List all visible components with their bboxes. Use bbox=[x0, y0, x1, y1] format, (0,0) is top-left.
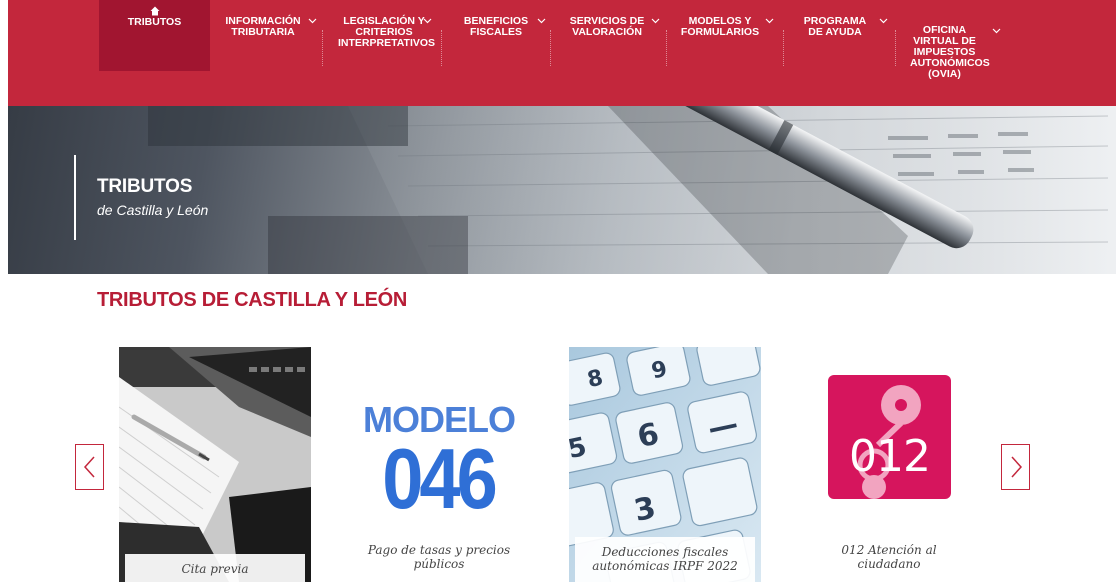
chevron-down-icon bbox=[423, 18, 432, 24]
card-caption: 012 Atención al ciudadano bbox=[841, 543, 937, 571]
hero-banner: TRIBUTOS de Castilla y León bbox=[8, 106, 1116, 274]
card-pago-tasas[interactable]: MODELO 046 Pago de tasas y precios públi… bbox=[343, 347, 535, 582]
nav-label: Legislación y criterios interpretativos bbox=[338, 15, 436, 49]
nav-separator bbox=[322, 30, 323, 66]
chevron-left-icon bbox=[83, 456, 95, 478]
nav-label: Servicios de valoración bbox=[569, 15, 645, 38]
card-caption: Deducciones fiscales autonómicas IRPF 20… bbox=[575, 537, 755, 582]
nav-separator bbox=[550, 30, 551, 66]
nav-item-tributos[interactable]: Tributos bbox=[99, 0, 210, 71]
carousel-prev-button[interactable] bbox=[75, 444, 104, 490]
nav-separator bbox=[783, 30, 784, 66]
hero-title: TRIBUTOS bbox=[97, 176, 193, 197]
nav-item-beneficios-fiscales[interactable]: Beneficios fiscales bbox=[452, 0, 546, 106]
section-title: TRIBUTOS DE CASTILLA Y LEÓN bbox=[97, 289, 408, 311]
nav-separator bbox=[666, 30, 667, 66]
logo-text-012: 012 bbox=[849, 431, 931, 482]
card-012[interactable]: 012 012 Atención al ciudadano bbox=[793, 347, 985, 582]
nav-item-programa-ayuda[interactable]: Programa de ayuda bbox=[790, 0, 888, 106]
card-cita-previa[interactable]: Cita previa bbox=[119, 347, 311, 582]
nav-item-modelos-formularios[interactable]: Modelos y formularios bbox=[672, 0, 776, 106]
chevron-down-icon bbox=[308, 18, 317, 24]
nav-item-ovia[interactable]: Oficina virtual de impuestos autonómicos… bbox=[896, 0, 1001, 106]
nav-item-servicios-valoracion[interactable]: Servicios de valoración bbox=[562, 0, 660, 106]
card-caption: Pago de tasas y precios públicos bbox=[367, 543, 511, 571]
chevron-down-icon bbox=[537, 18, 546, 24]
hero-divider bbox=[74, 155, 76, 240]
nav-item-informacion-tributaria[interactable]: Información tributaria bbox=[223, 0, 317, 106]
main-nav: Tributos Información tributaria Legislac… bbox=[8, 0, 1116, 106]
card-caption: Cita previa bbox=[125, 554, 305, 582]
chevron-down-icon bbox=[651, 18, 660, 24]
laptop-notebook-photo bbox=[119, 347, 311, 582]
chevron-down-icon bbox=[992, 28, 1001, 34]
nav-label: Modelos y formularios bbox=[680, 15, 760, 38]
nav-separator bbox=[441, 30, 442, 66]
card-deducciones[interactable]: 8 9 6 5 3 — Deducciones fiscales autonóm… bbox=[569, 347, 761, 582]
carousel-next-button[interactable] bbox=[1001, 444, 1030, 490]
chevron-down-icon bbox=[765, 18, 774, 24]
nav-label: Información tributaria bbox=[225, 15, 301, 38]
hero-subtitle: de Castilla y León bbox=[97, 202, 209, 218]
modelo-046-logo: MODELO 046 bbox=[363, 402, 516, 522]
chevron-down-icon bbox=[879, 18, 888, 24]
nav-label: Oficina virtual de impuestos autonómicos… bbox=[910, 24, 990, 80]
nav-label: Beneficios fiscales bbox=[463, 15, 529, 38]
logo-text-046: 046 bbox=[382, 431, 497, 527]
nav-item-legislacion[interactable]: Legislación y criterios interpretativos bbox=[334, 0, 436, 106]
chevron-right-icon bbox=[1011, 456, 1023, 478]
home-icon bbox=[150, 6, 159, 16]
nav-label: Programa de ayuda bbox=[803, 15, 867, 38]
012-logo: 012 bbox=[828, 375, 951, 499]
